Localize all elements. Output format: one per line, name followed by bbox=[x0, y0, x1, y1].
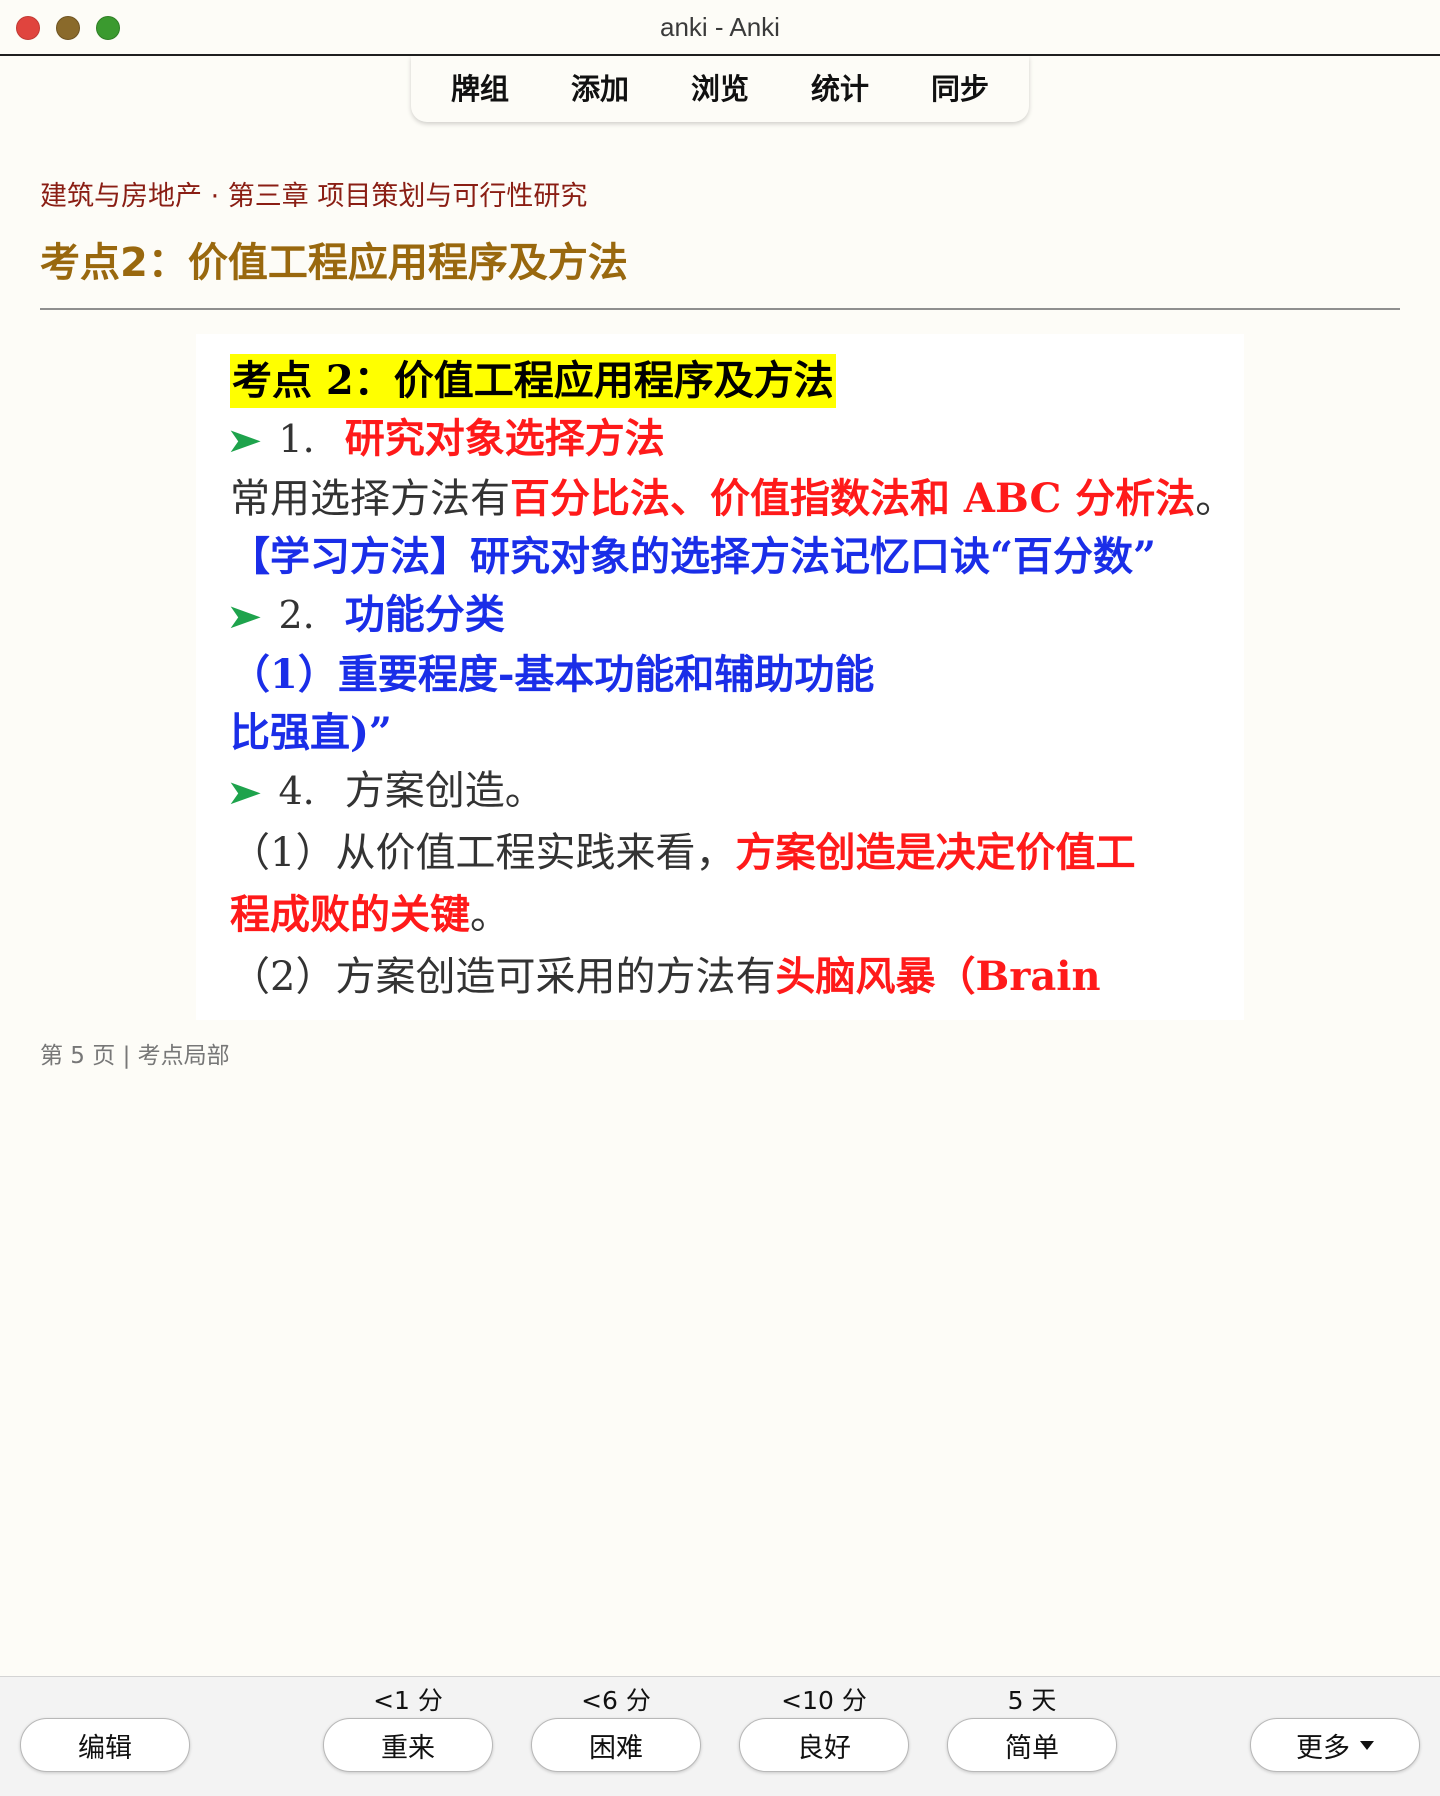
item-label: 方案创造。 bbox=[344, 768, 545, 814]
item-label: 功能分类 bbox=[344, 591, 505, 638]
image-heading: 考点 2：价值工程应用程序及方法 bbox=[230, 354, 836, 408]
item-number: 4. bbox=[278, 769, 315, 813]
text-segment: （1）从价值工程实践来看， bbox=[230, 830, 736, 876]
top-nav: 牌组 添加 浏览 统计 同步 bbox=[411, 56, 1029, 122]
item-number: 1. bbox=[278, 417, 315, 461]
text-segment: （2）方案创造可采用的方法有 bbox=[230, 954, 776, 1000]
arrow-bullet-icon: ➤ bbox=[225, 597, 263, 637]
nav-stats[interactable]: 统计 bbox=[780, 66, 900, 112]
nav-browse[interactable]: 浏览 bbox=[660, 66, 780, 112]
easy-button-label: 简单 bbox=[1005, 1732, 1059, 1764]
function-class-line: （1）重要程度-基本功能和辅助功能 bbox=[230, 651, 875, 698]
good-button[interactable]: 良好 bbox=[739, 1718, 909, 1772]
nav-add[interactable]: 添加 bbox=[540, 66, 660, 112]
again-button[interactable]: 重来 bbox=[323, 1718, 493, 1772]
edit-button[interactable]: 编辑 bbox=[20, 1718, 190, 1772]
more-button-label: 更多 bbox=[1296, 1732, 1350, 1764]
card-image: 考点 2：价值工程应用程序及方法 ➤ 1. 研究对象选择方法 常用选择方法有百分比法… bbox=[196, 334, 1244, 1020]
hard-button[interactable]: 困难 bbox=[531, 1718, 701, 1772]
divider bbox=[40, 308, 1400, 310]
again-interval: <1 分 bbox=[373, 1686, 443, 1715]
arrow-bullet-icon: ➤ bbox=[225, 773, 263, 813]
item-label: 研究对象选择方法 bbox=[344, 415, 665, 462]
answer-bar: 编辑 <1 分 重来 <6 分 困难 <10 分 良好 5 天 简单 更多 bbox=[0, 1676, 1440, 1796]
nav-decks[interactable]: 牌组 bbox=[420, 66, 540, 112]
text-segment: 常用选择方法有 bbox=[230, 476, 510, 522]
good-button-label: 良好 bbox=[797, 1732, 851, 1764]
item-number: 2. bbox=[278, 593, 315, 637]
text-segment-highlight: 头脑风暴（Brain bbox=[775, 953, 1101, 1000]
easy-interval: 5 天 bbox=[1007, 1686, 1057, 1715]
window-titlebar: anki - Anki bbox=[0, 0, 1440, 56]
partial-line: 比强直)” bbox=[230, 709, 392, 756]
study-method-line: 【学习方法】研究对象的选择方法记忆口诀“百分数” bbox=[230, 533, 1157, 580]
edit-button-label: 编辑 bbox=[78, 1732, 132, 1764]
arrow-bullet-icon: ➤ bbox=[225, 421, 263, 461]
easy-button[interactable]: 简单 bbox=[947, 1718, 1117, 1772]
again-button-label: 重来 bbox=[381, 1732, 435, 1764]
text-segment: 。 bbox=[1195, 476, 1236, 522]
good-interval: <10 分 bbox=[781, 1686, 867, 1715]
text-segment: 。 bbox=[470, 892, 510, 938]
breadcrumb: 建筑与房地产 · 第三章 项目策划与可行性研究 bbox=[40, 181, 588, 212]
hard-button-label: 困难 bbox=[589, 1732, 643, 1764]
more-button[interactable]: 更多 bbox=[1250, 1718, 1420, 1772]
window-title: anki - Anki bbox=[660, 12, 780, 42]
nav-sync[interactable]: 同步 bbox=[900, 66, 1020, 112]
card-title: 考点2：价值工程应用程序及方法 bbox=[40, 240, 628, 286]
card-footer-note: 第 5 页 | 考点局部 bbox=[40, 1043, 230, 1069]
hard-interval: <6 分 bbox=[581, 1686, 651, 1715]
text-segment-highlight: 程成败的关键 bbox=[230, 891, 470, 938]
text-segment-highlight: 方案创造是决定价值工 bbox=[735, 829, 1136, 876]
caret-down-icon bbox=[1360, 1740, 1374, 1750]
text-segment-highlight: 百分比法、价值指数法和 ABC 分析法 bbox=[510, 475, 1196, 522]
